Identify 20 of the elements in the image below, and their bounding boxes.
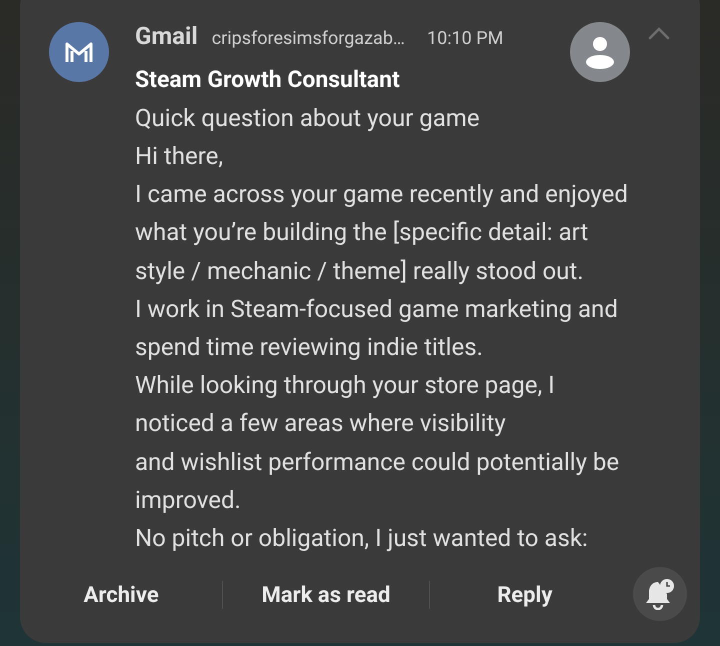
email-subject: Quick question about your game [135, 103, 481, 134]
message-line: style / mechanic / theme] really stood out. [135, 256, 585, 287]
account-name: cripsforesimsforgazab… [212, 27, 405, 51]
message-line: No pitch or obligation, I just wanted to ask: [135, 523, 589, 554]
message-line: improved. [135, 484, 242, 516]
action-button[interactable]: Reply [430, 573, 620, 617]
message-line: spend time reviewing indie titles. [135, 332, 484, 364]
message-line: noticed a few areas where visibility [135, 408, 507, 440]
action-button[interactable]: Mark as read [223, 573, 429, 617]
message-line: I work in Steam-focused game marketing and [135, 294, 619, 325]
action-button[interactable]: Archive [20, 573, 222, 617]
message-line: what you’re building the [specific detail: art [135, 217, 590, 248]
message-line: Hi there, [135, 141, 224, 172]
message-line: and wishlist performance could potentially be [135, 446, 620, 478]
bell-clock-icon [645, 578, 675, 610]
sender-name: Steam Growth Consultant [135, 65, 401, 95]
time-label: 10:10 PM [426, 27, 504, 51]
app-name: Gmail [135, 21, 198, 52]
message-line: While looking through your store page, I [135, 370, 556, 402]
message-line: I came across your game recently and enjoyed [135, 179, 628, 210]
